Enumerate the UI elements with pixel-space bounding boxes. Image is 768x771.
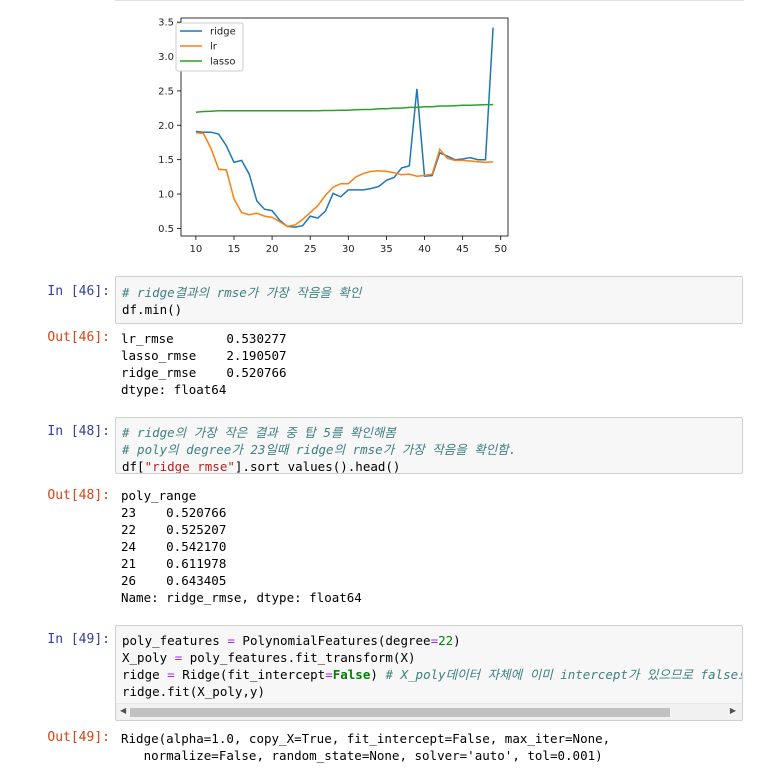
code-string: "ridge_rmse" <box>144 459 235 474</box>
legend-label-lr: lr <box>210 42 218 53</box>
code-input[interactable]: # ridge의 가장 작은 결과 중 탑 5를 확인해봄 # poly의 de… <box>115 417 743 474</box>
legend: ridge lr lasso <box>175 22 244 72</box>
y-tick-label: 0.5 <box>158 224 174 235</box>
code-operator: = <box>167 667 175 682</box>
scrollbar-thumb[interactable] <box>130 708 670 717</box>
scroll-left-icon[interactable]: ◀ <box>120 706 126 715</box>
in-prompt: In [46]: <box>47 284 110 299</box>
code-line: X_poly = poly_features.fit_transform(X) <box>122 649 742 666</box>
code-operator: = <box>325 667 333 682</box>
code-line: ridge = Ridge(fit_intercept=False) # X_p… <box>122 666 742 683</box>
x-tick-label: 40 <box>418 244 431 255</box>
cell-output: lr_rmse 0.530277 lasso_rmse 2.190507 rid… <box>121 331 287 397</box>
y-tick-label: 2.0 <box>158 121 174 132</box>
in-prompt: In [49]: <box>47 632 110 647</box>
code-line: df["ridge_rmse"].sort_values().head() <box>122 458 742 474</box>
out-prompt: Out[48]: <box>47 488 110 503</box>
legend-label-ridge: ridge <box>210 27 236 38</box>
x-tick-label: 25 <box>304 244 317 255</box>
y-tick-label: 3.0 <box>158 52 174 63</box>
x-tick-label: 35 <box>380 244 393 255</box>
x-tick-label: 45 <box>456 244 469 255</box>
code-token: ridge <box>122 667 168 682</box>
code-operator: = <box>227 633 235 648</box>
code-input[interactable]: poly_features = PolynomialFeatures(degre… <box>115 625 743 721</box>
scroll-right-icon[interactable]: ▶ <box>730 706 736 715</box>
cell-output: poly_range 23 0.520766 22 0.525207 24 0.… <box>121 488 362 605</box>
x-tick-label: 10 <box>189 244 202 255</box>
x-tick-label: 20 <box>266 244 279 255</box>
code-token: ].sort_values().head() <box>234 459 401 474</box>
y-tick-label: 3.5 <box>158 18 174 29</box>
code-token: poly_features <box>122 633 228 648</box>
x-tick-label: 50 <box>494 244 507 255</box>
code-token: ) <box>370 667 386 682</box>
cell-output: Ridge(alpha=1.0, copy_X=True, fit_interc… <box>121 731 611 763</box>
legend-label-lasso: lasso <box>210 57 235 68</box>
code-comment: # ridge결과의 rmse가 가장 작음을 확인 <box>122 285 362 300</box>
y-tick-label: 1.0 <box>158 190 174 201</box>
code-token: Ridge(fit_intercept <box>174 667 326 682</box>
code-keyword: False <box>332 667 371 682</box>
code-input[interactable]: # ridge결과의 rmse가 가장 작음을 확인 df.min() <box>115 276 743 324</box>
code-operator: = <box>430 633 439 648</box>
in-prompt: In [48]: <box>47 424 110 439</box>
previous-cell-border <box>115 0 744 1</box>
y-tick-label: 2.5 <box>158 86 174 97</box>
out-prompt: Out[49]: <box>47 730 110 745</box>
code-comment: # X_poly데이터 자체에 이미 intercept가 있으므로 false… <box>385 667 743 682</box>
y-tick-label: 1.5 <box>158 155 174 166</box>
x-tick-label: 15 <box>228 244 241 255</box>
code-line: poly_features = PolynomialFeatures(degre… <box>122 632 742 649</box>
code-comment: # poly의 degree가 23일때 ridge의 rmse가 가장 작음을… <box>122 442 517 457</box>
code-token: df[ <box>122 459 145 474</box>
line-chart: 10 15 20 25 30 35 40 45 500.51.01.52.02.53.03.5 … <box>158 17 509 255</box>
code-token: PolynomialFeatures(degree <box>234 633 431 648</box>
horizontal-scrollbar[interactable]: ◀ ▶ <box>116 703 742 720</box>
code-line: df.min() <box>122 302 183 317</box>
x-tick-label: 30 <box>342 244 355 255</box>
code-token: ) <box>453 633 461 648</box>
code-number: 22 <box>438 633 454 648</box>
code-token: X_poly <box>122 650 175 665</box>
code-comment: # ridge의 가장 작은 결과 중 탑 5를 확인해봄 <box>122 425 396 440</box>
code-line: ridge.fit(X_poly,y) <box>122 684 265 699</box>
code-token: poly_features.fit_transform(X) <box>182 650 416 665</box>
out-prompt: Out[46]: <box>47 330 110 345</box>
